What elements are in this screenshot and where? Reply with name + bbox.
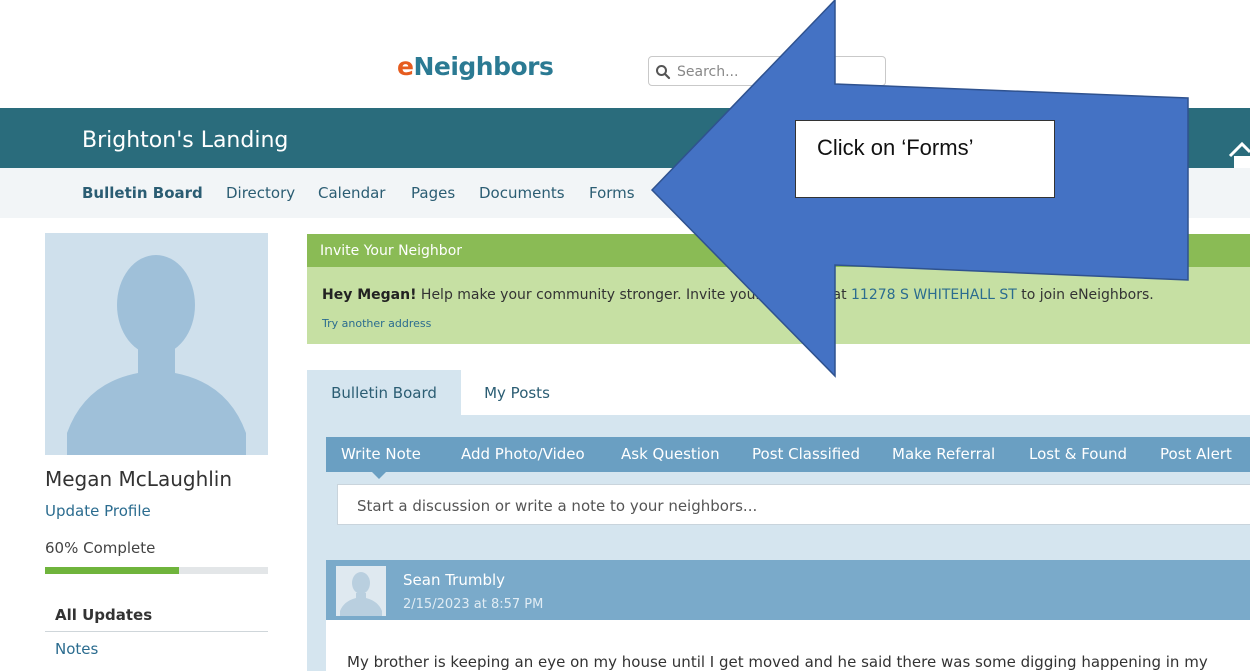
invite-text-before: Help make your community stronger. Invit…: [416, 287, 852, 303]
tab-bulletin-board[interactable]: Bulletin Board: [307, 370, 461, 415]
nav-directory[interactable]: Directory: [226, 184, 295, 202]
profile-avatar[interactable]: [45, 233, 268, 455]
try-another-address-link[interactable]: Try another address: [322, 317, 431, 330]
person-icon: [340, 572, 382, 616]
nav-calendar[interactable]: Calendar: [318, 184, 385, 202]
profile-complete-text: 60% Complete: [45, 539, 156, 557]
post-alert-button[interactable]: Post Alert: [1160, 445, 1232, 463]
avatar-silhouette-icon: [67, 255, 246, 455]
logo-text: Neighbors: [413, 52, 554, 81]
filter-all-updates[interactable]: All Updates: [55, 606, 152, 624]
invite-address-link[interactable]: 11278 S WHITEHALL ST: [851, 287, 1017, 303]
add-photo-video-button[interactable]: Add Photo/Video: [461, 445, 585, 463]
profile-progress-bar: [45, 567, 268, 574]
eneighbors-logo[interactable]: eNeighbors: [397, 52, 554, 81]
invite-greeting: Hey Megan!: [322, 287, 417, 303]
filter-notes[interactable]: Notes: [55, 640, 98, 658]
annotation-callout-text: Click on ‘Forms’: [817, 135, 974, 160]
nav-documents[interactable]: Documents: [479, 184, 565, 202]
nav-bulletin-board[interactable]: Bulletin Board: [82, 184, 203, 202]
lost-found-button[interactable]: Lost & Found: [1029, 445, 1127, 463]
post-author-avatar[interactable]: [336, 566, 386, 616]
logo-prefix: e: [397, 52, 414, 81]
invite-panel: [307, 267, 1250, 344]
home-icon[interactable]: [1228, 140, 1250, 168]
invite-message: Hey Megan! Help make your community stro…: [322, 287, 1154, 303]
note-input-box[interactable]: [337, 484, 1250, 525]
make-referral-button[interactable]: Make Referral: [892, 445, 995, 463]
ask-question-button[interactable]: Ask Question: [621, 445, 720, 463]
tab-my-posts[interactable]: My Posts: [461, 370, 573, 415]
search-input[interactable]: [675, 61, 879, 83]
write-note-button[interactable]: Write Note: [341, 445, 421, 463]
nav-forms[interactable]: Forms: [589, 184, 635, 202]
invite-title: Invite Your Neighbor: [320, 243, 463, 259]
search-icon: [656, 65, 671, 80]
nav-pages[interactable]: Pages: [411, 184, 455, 202]
user-name: Megan McLaughlin: [45, 467, 233, 491]
community-name[interactable]: Brighton's Landing: [82, 128, 288, 153]
note-input[interactable]: [355, 495, 1239, 517]
active-action-caret: [372, 472, 386, 479]
post-classified-button[interactable]: Post Classified: [752, 445, 860, 463]
post-timestamp: 2/15/2023 at 8:57 PM: [403, 597, 544, 612]
invite-text-after: to join eNeighbors.: [1016, 287, 1154, 303]
sidebar-divider: [45, 631, 268, 632]
profile-progress-fill: [45, 567, 179, 574]
post-author-name[interactable]: Sean Trumbly: [403, 571, 505, 589]
post-text: My brother is keeping an eye on my house…: [347, 653, 1208, 671]
update-profile-link[interactable]: Update Profile: [45, 502, 151, 520]
search-box[interactable]: [648, 56, 886, 86]
